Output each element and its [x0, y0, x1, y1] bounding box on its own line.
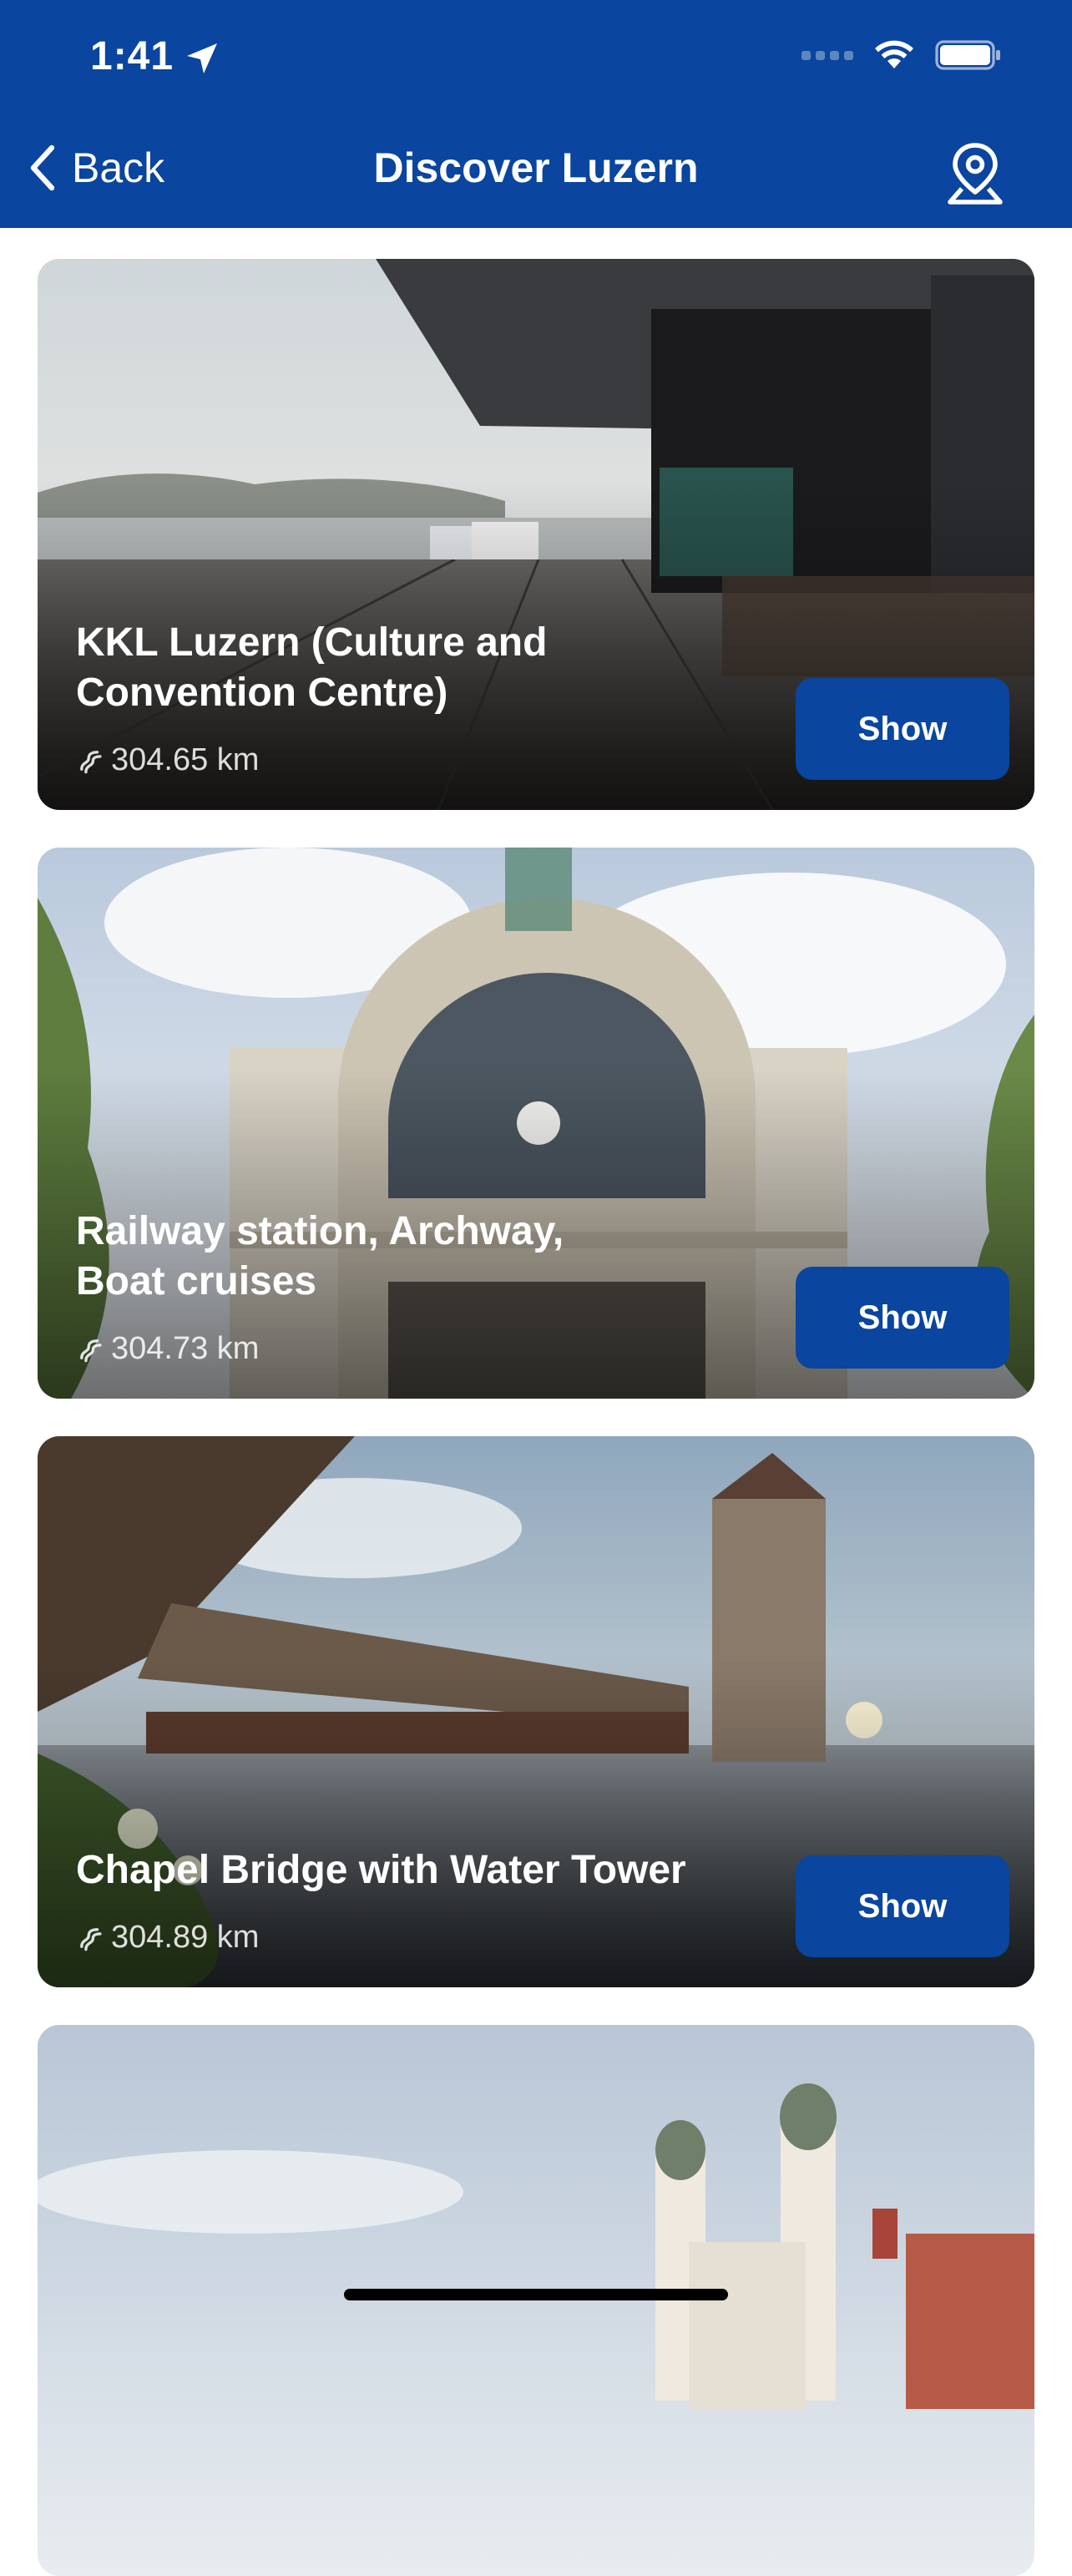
- place-card[interactable]: Chapel Bridge with Water Tower 304.89 km…: [38, 1436, 1034, 1987]
- place-distance: 304.73 km: [76, 1331, 259, 1367]
- place-distance: 304.89 km: [76, 1920, 259, 1956]
- place-title: KKL Luzern (Culture and Convention Centr…: [76, 620, 548, 715]
- cellular-signal-icon: [801, 50, 853, 60]
- place-photo: [38, 2025, 1034, 2576]
- route-icon: [80, 1339, 102, 1362]
- wifi-icon: [875, 40, 913, 68]
- show-button[interactable]: Show: [796, 678, 1009, 780]
- place-title: Chapel Bridge with Water Tower: [76, 1848, 686, 1892]
- place-distance: 304.65 km: [76, 742, 259, 778]
- status-time: 1:41: [90, 34, 174, 78]
- place-card[interactable]: Railway station, Archway, Boat cruises 3…: [38, 848, 1034, 1399]
- home-indicator[interactable]: [344, 2289, 728, 2300]
- route-icon: [80, 750, 102, 773]
- map-pin-icon[interactable]: [945, 140, 1005, 207]
- distance-value: 304.65 km: [111, 742, 260, 777]
- show-button[interactable]: Show: [796, 1267, 1009, 1369]
- page-title: Discover Luzern: [373, 144, 699, 191]
- route-icon: [80, 1927, 102, 1951]
- distance-value: 304.73 km: [111, 1331, 260, 1366]
- show-button[interactable]: Show: [796, 1855, 1009, 1957]
- place-card[interactable]: KKL Luzern (Culture and Convention Centr…: [38, 259, 1034, 810]
- battery-icon: [935, 40, 1000, 70]
- place-card[interactable]: [38, 2025, 1034, 2576]
- distance-value: 304.89 km: [111, 1920, 260, 1955]
- location-arrow-icon: [187, 43, 217, 73]
- status-indicators: [801, 38, 1002, 72]
- place-title: Railway station, Archway, Boat cruises: [76, 1209, 564, 1303]
- app-header: 1:41 Back Discover Luzern: [0, 0, 1072, 228]
